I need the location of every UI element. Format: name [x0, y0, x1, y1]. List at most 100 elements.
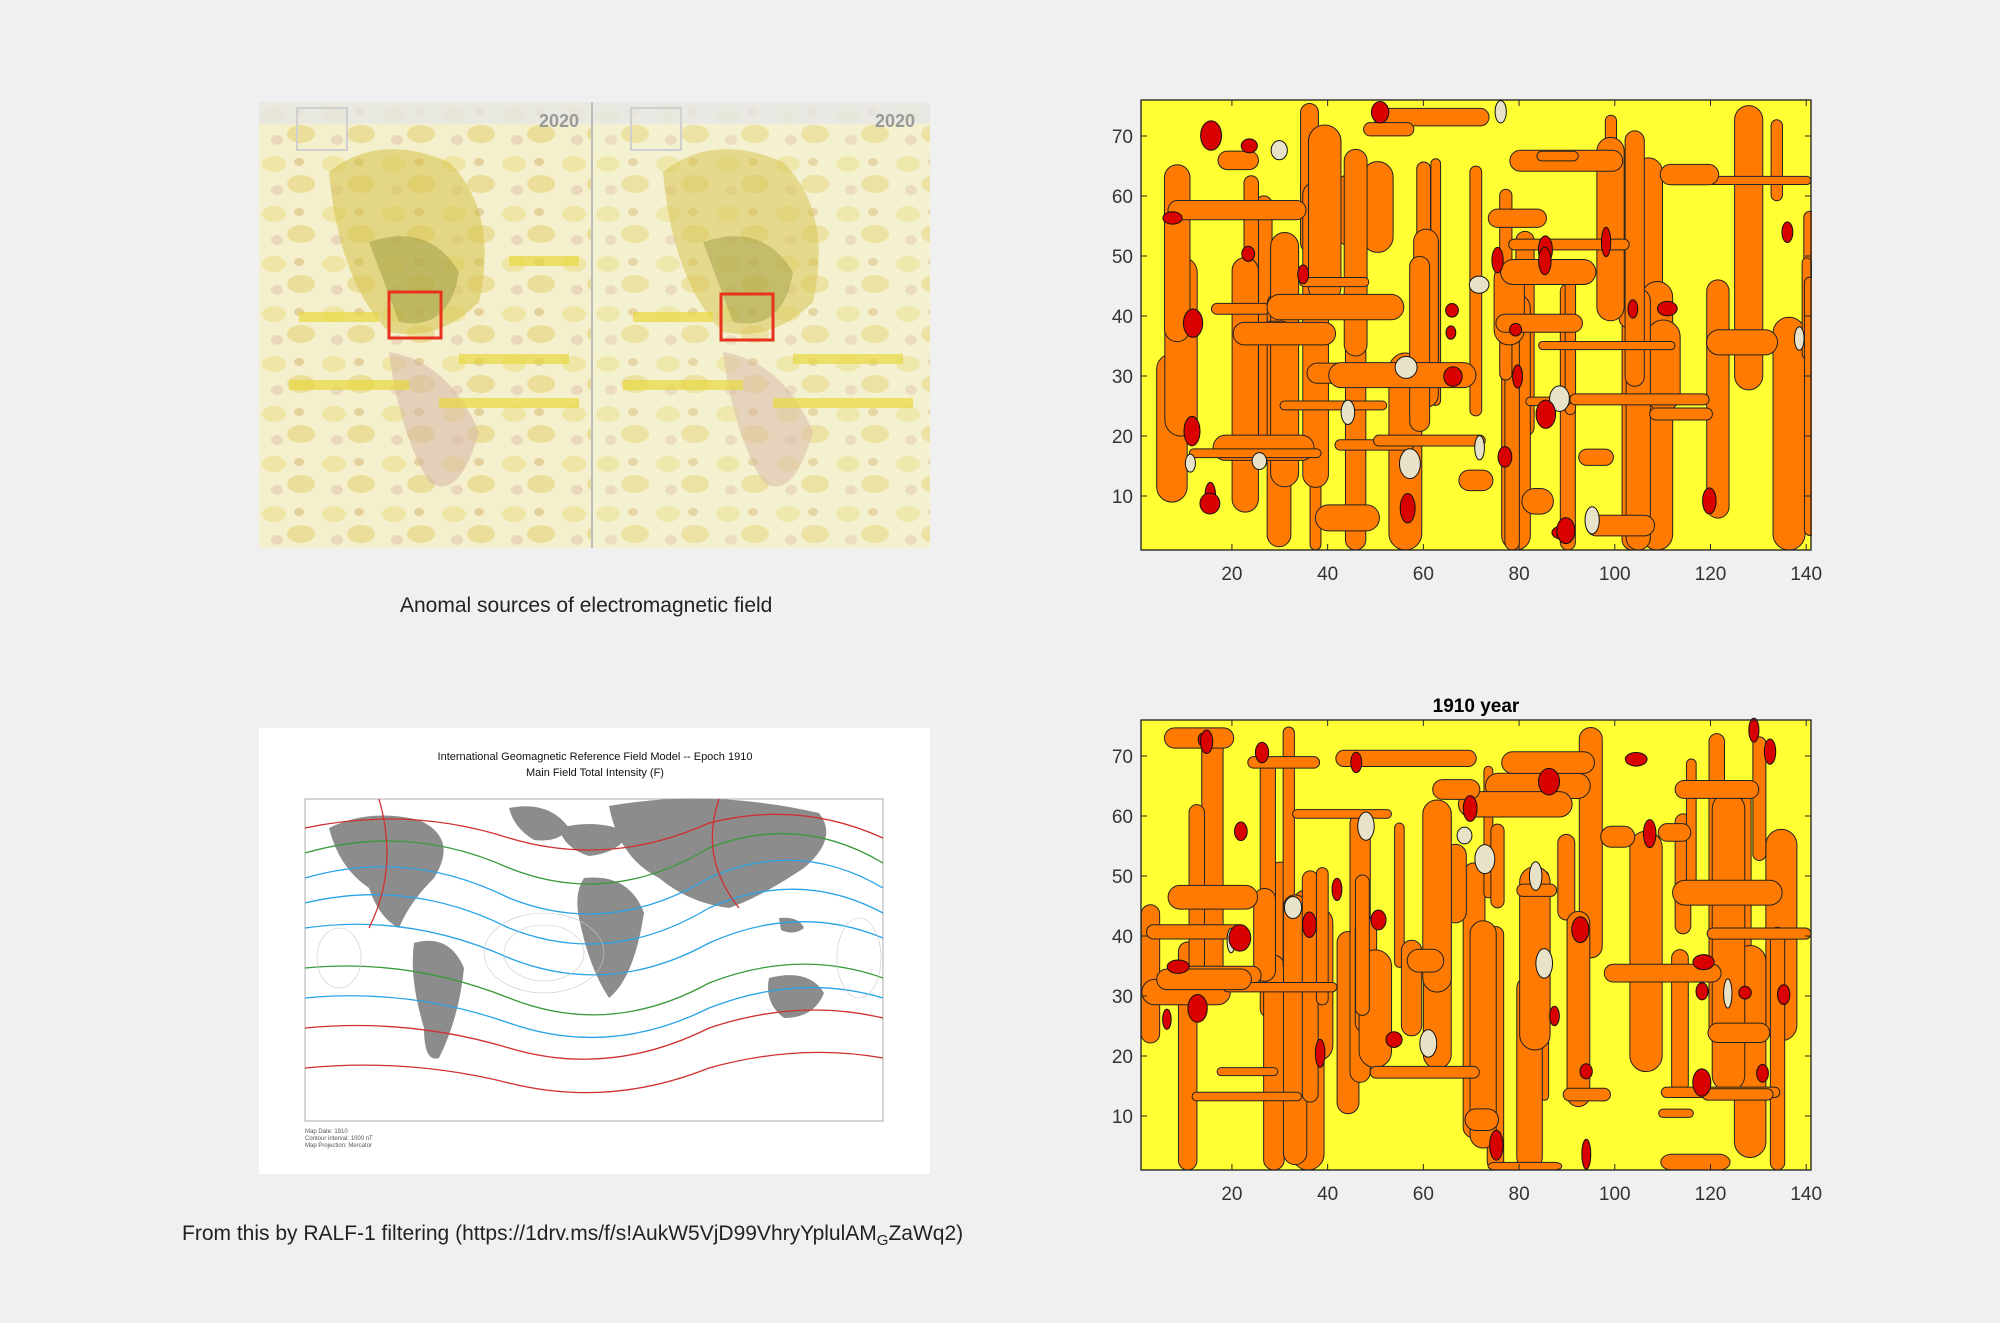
contour-spot-red [1199, 729, 1214, 754]
contour-spot-red [1763, 738, 1777, 765]
contour-region [1292, 809, 1392, 819]
plot-title: 1910 year [1433, 696, 1520, 717]
contour-spot-red [1370, 909, 1387, 931]
contour-region [1660, 1153, 1731, 1171]
contour-spot-red [1497, 446, 1513, 468]
contour-spot-pale [1793, 326, 1805, 351]
contour-region [1210, 302, 1271, 315]
contour-region [1373, 434, 1486, 447]
contour-region [1495, 313, 1583, 333]
contour-region [1167, 199, 1307, 221]
contour-region [1578, 448, 1614, 466]
contour-spot-red [1241, 245, 1256, 262]
contour-spot-red [1228, 924, 1252, 952]
x-tick-label: 40 [1317, 564, 1338, 585]
contour-spot-red [1695, 982, 1709, 1001]
igrf-map-image: International Geomagnetic Reference Fiel… [259, 728, 930, 1174]
contour-region [1649, 407, 1713, 421]
contour-spot-red [1535, 399, 1557, 429]
contour-region [1354, 874, 1370, 1016]
contour-region [1191, 1091, 1303, 1102]
year-label-left: 2020 [539, 111, 579, 131]
contour-spot-red [1491, 246, 1504, 274]
contour-region [1231, 257, 1259, 513]
contour-spot-red [1692, 954, 1715, 971]
y-tick-label: 10 [1112, 487, 1133, 508]
contour-spot-pale [1468, 275, 1490, 294]
svg-text:Contour interval: 1000 nT: Contour interval: 1000 nT [305, 1136, 373, 1142]
contour-region [1569, 393, 1710, 406]
y-tick-label: 30 [1112, 367, 1133, 388]
contour-spot-red [1445, 302, 1459, 318]
contour-spot-pale [1340, 399, 1356, 425]
contour-spot-pale [1474, 435, 1485, 461]
contour-spot-red [1350, 751, 1363, 774]
contour-spot-pale [1456, 826, 1473, 845]
contour-spot-red [1199, 492, 1221, 515]
contour-region [1685, 758, 1697, 885]
contour-region [1217, 150, 1259, 171]
contour-region [1363, 122, 1415, 137]
contour-spot-red [1182, 308, 1204, 338]
contour-spot-pale [1283, 896, 1303, 920]
contour-spot-pale [1419, 1029, 1438, 1058]
contour-region [1538, 340, 1676, 351]
y-tick-label: 20 [1112, 1047, 1133, 1068]
filtering-caption-tail: ZaWq2) [888, 1222, 964, 1245]
contour-spot-red [1738, 985, 1752, 1000]
contour-spot-red [1297, 264, 1310, 285]
x-tick-label: 120 [1695, 564, 1727, 585]
contour-spot-pale [1528, 861, 1543, 891]
contour-spot-red [1642, 819, 1657, 849]
contour-region [1314, 504, 1380, 532]
y-tick-label: 70 [1112, 127, 1133, 148]
map-title-line2: Main Field Total Intensity (F) [526, 767, 664, 779]
x-tick-label: 20 [1221, 1184, 1242, 1205]
contour-plot-bottom: 1910 year 20 40 60 80 100 120 140 10 20 30 40 50 60 70 [1100, 696, 2000, 1300]
contour-region [1769, 926, 1786, 1171]
contour-spot-red [1656, 300, 1678, 317]
contour-spot-pale [1184, 453, 1196, 473]
x-tick-label: 100 [1599, 564, 1631, 585]
contour-region [1657, 823, 1692, 842]
contour-region [1706, 279, 1730, 519]
x-tick-label: 120 [1695, 1184, 1727, 1205]
contour-spot-red [1581, 1138, 1592, 1170]
y-tick-label: 40 [1112, 307, 1133, 328]
contour-region [1279, 400, 1388, 411]
contour-spot-red [1702, 487, 1717, 515]
contour-spot-red [1627, 299, 1639, 319]
contour-spot-red [1692, 1068, 1712, 1097]
contour-spot-pale [1394, 355, 1418, 379]
contour-region [1167, 884, 1259, 910]
contour-region [1600, 825, 1636, 848]
contour-region [1557, 833, 1576, 921]
contour-region [1521, 487, 1554, 515]
contour-region [1674, 779, 1760, 799]
filtering-caption: From this by RALF-1 filtering (https://1… [182, 1222, 963, 1249]
y-tick-label: 50 [1112, 247, 1133, 268]
contour-spot-red [1624, 751, 1648, 767]
svg-text:Map Date: 1910: Map Date: 1910 [305, 1129, 348, 1135]
contour-region [1232, 321, 1337, 346]
contour-spot-red [1314, 1038, 1326, 1068]
y-tick-label: 60 [1112, 187, 1133, 208]
contour-spot-red [1385, 1031, 1403, 1048]
contour-spot-red [1166, 959, 1190, 974]
contour-spot-red [1462, 795, 1478, 822]
contour-region [1629, 830, 1663, 1073]
contour-spot-red [1331, 877, 1343, 902]
contour-spot-red [1781, 221, 1794, 244]
contour-spot-red [1399, 493, 1416, 524]
contour-spot-pale [1535, 948, 1554, 979]
contour-region [1701, 1088, 1774, 1101]
x-tick-label: 20 [1221, 564, 1242, 585]
contour-spot-red [1240, 138, 1258, 154]
svg-text:Map Projection: Mercator: Map Projection: Mercator [305, 1143, 372, 1149]
contour-region [1658, 1108, 1694, 1118]
contour-region [1409, 255, 1431, 432]
contour-region [1752, 736, 1767, 861]
contour-spot-red [1549, 1005, 1560, 1027]
y-tick-label: 10 [1112, 1107, 1133, 1128]
contour-spot-red [1579, 1063, 1593, 1080]
